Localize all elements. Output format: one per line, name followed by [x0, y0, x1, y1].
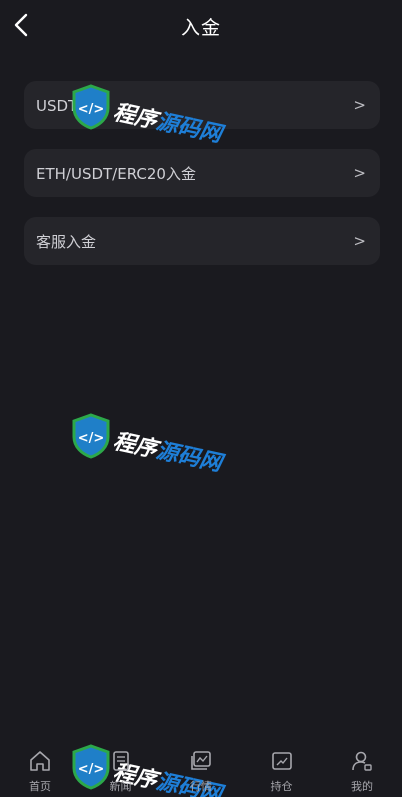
nav-item-home[interactable]: 首页 — [12, 745, 68, 797]
nav-label: 我的 — [351, 780, 373, 793]
nav-item-profile[interactable]: 我的 — [334, 745, 390, 797]
watermark: </> 程序源码网 — [70, 403, 245, 477]
market-icon — [191, 751, 211, 770]
watermark-text-2: 源码网 — [153, 438, 224, 477]
nav-item-position[interactable]: 持仓 — [254, 745, 310, 797]
nav-item-market[interactable]: 行情 — [173, 745, 229, 797]
watermark-shield-icon: </> — [72, 413, 110, 459]
chevron-right-icon: > — [353, 164, 366, 182]
nav-label: 持仓 — [270, 780, 293, 793]
bottom-nav: 首页 新闻 行情 持仓 我的 — [0, 745, 402, 797]
deposit-page: 入金 USDT入金 > ETH/USDT/ERC20入金 > 客服入金 > </… — [0, 0, 402, 797]
menu-item-label: ETH/USDT/ERC20入金 — [36, 164, 196, 183]
nav-item-news[interactable]: 新闻 — [93, 745, 149, 797]
profile-icon — [352, 751, 372, 771]
svg-text:</>: </> — [78, 431, 105, 446]
watermark-text-1: 程序 — [110, 429, 160, 463]
menu-item-usdt-deposit[interactable]: USDT入金 > — [24, 81, 380, 129]
chevron-right-icon: > — [353, 232, 366, 250]
deposit-method-list: USDT入金 > ETH/USDT/ERC20入金 > 客服入金 > — [24, 81, 380, 285]
menu-item-customer-service-deposit[interactable]: 客服入金 > — [24, 217, 380, 265]
nav-label: 行情 — [190, 780, 212, 793]
chevron-right-icon: > — [353, 96, 366, 114]
page-title: 入金 — [180, 17, 221, 39]
news-icon — [112, 751, 129, 771]
menu-item-eth-erc20-deposit[interactable]: ETH/USDT/ERC20入金 > — [24, 149, 380, 197]
menu-item-label: USDT入金 — [36, 96, 108, 115]
top-bar: 入金 — [0, 0, 402, 50]
nav-label: 首页 — [29, 780, 51, 793]
position-icon — [271, 752, 292, 770]
menu-item-label: 客服入金 — [36, 232, 97, 251]
home-icon — [30, 751, 50, 771]
nav-label: 新闻 — [109, 780, 132, 793]
